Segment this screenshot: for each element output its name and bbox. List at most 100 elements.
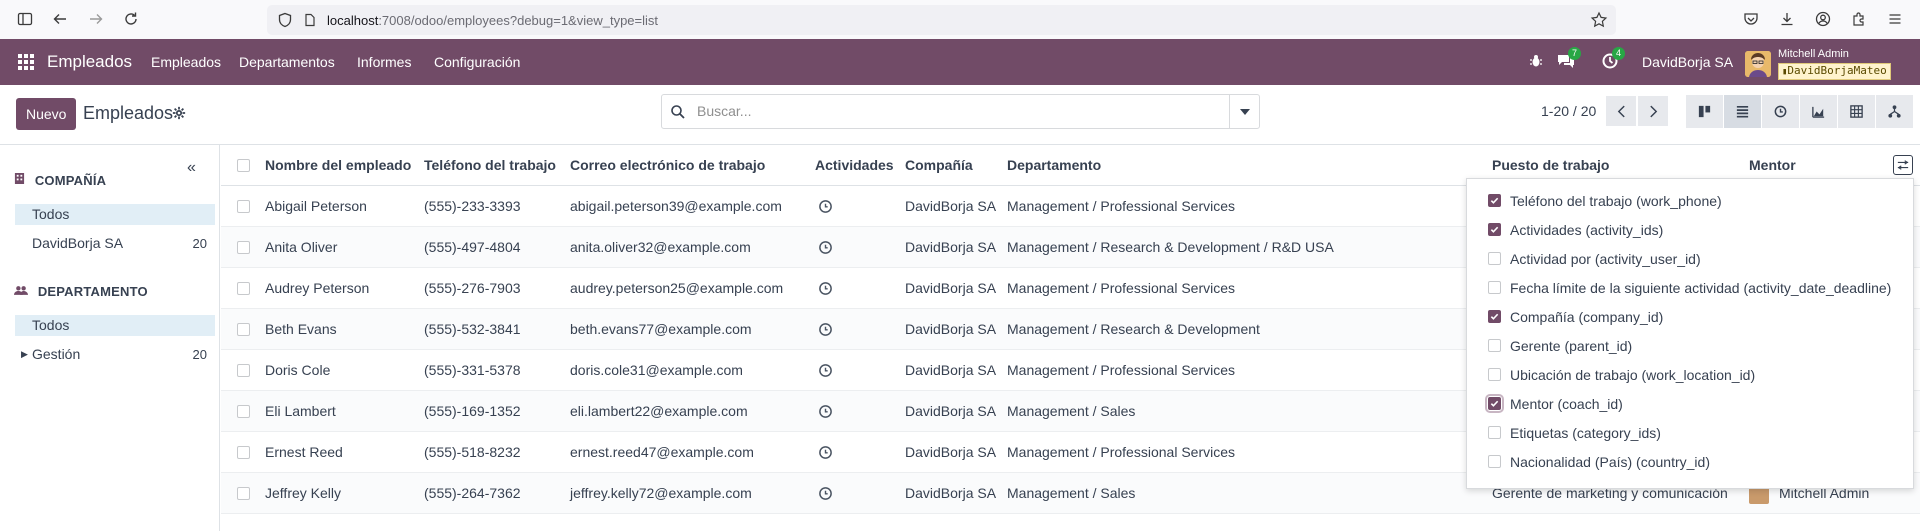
company-filter-all[interactable]: Todos bbox=[15, 204, 215, 225]
department-filter-all[interactable]: Todos bbox=[15, 315, 215, 336]
optional-column-item[interactable]: Nacionalidad (País) (country_id) bbox=[1488, 447, 1710, 476]
cell-phone: (555)-497-4804 bbox=[424, 239, 521, 255]
user-avatar[interactable] bbox=[1745, 51, 1771, 77]
optional-column-item[interactable]: Actividad por (activity_user_id) bbox=[1488, 244, 1701, 273]
activity-view-button[interactable] bbox=[1762, 95, 1800, 128]
optional-column-item[interactable]: Etiquetas (category_ids) bbox=[1488, 418, 1661, 447]
row-checkbox[interactable] bbox=[237, 405, 250, 418]
table-icon bbox=[1850, 105, 1863, 118]
select-all-checkbox[interactable] bbox=[237, 159, 250, 172]
debug-bug-icon[interactable] bbox=[1528, 53, 1544, 72]
apps-menu-icon[interactable] bbox=[18, 54, 34, 70]
optional-column-item[interactable]: Teléfono del trabajo (work_phone) bbox=[1488, 186, 1722, 215]
pivot-view-button[interactable] bbox=[1838, 95, 1876, 128]
activity-clock-icon[interactable] bbox=[818, 281, 833, 296]
menu-departamentos[interactable]: Departamentos bbox=[239, 54, 335, 70]
forward-icon[interactable] bbox=[85, 8, 107, 30]
menu-configuracion[interactable]: Configuración bbox=[434, 54, 520, 70]
url-bar[interactable]: localhost:7008/odoo/employees?debug=1&vi… bbox=[267, 5, 1616, 35]
activities-icon[interactable]: 4 bbox=[1601, 47, 1625, 73]
optional-column-item[interactable]: Fecha límite de la siguiente actividad (… bbox=[1488, 273, 1891, 302]
search-options-toggle[interactable] bbox=[1229, 95, 1259, 128]
optional-column-checkbox[interactable] bbox=[1488, 223, 1501, 236]
cell-email: anita.oliver32@example.com bbox=[570, 239, 751, 255]
optional-column-checkbox[interactable] bbox=[1488, 310, 1501, 323]
column-header-job[interactable]: Puesto de trabajo bbox=[1492, 157, 1609, 173]
optional-column-item[interactable]: Gerente (parent_id) bbox=[1488, 331, 1632, 360]
reload-icon[interactable] bbox=[120, 8, 142, 30]
optional-columns-toggle[interactable] bbox=[1893, 155, 1913, 175]
list-view-button[interactable] bbox=[1724, 95, 1762, 128]
list-icon bbox=[1736, 105, 1749, 118]
activity-clock-icon[interactable] bbox=[818, 404, 833, 419]
optional-column-item[interactable]: Ubicación de trabajo (work_location_id) bbox=[1488, 360, 1755, 389]
cell-email: eli.lambert22@example.com bbox=[570, 403, 748, 419]
search-input[interactable] bbox=[697, 103, 1197, 119]
row-checkbox[interactable] bbox=[237, 364, 250, 377]
company-filter-davidborja[interactable]: DavidBorja SA 20 bbox=[15, 233, 215, 254]
hierarchy-view-button[interactable] bbox=[1876, 95, 1914, 128]
row-checkbox[interactable] bbox=[237, 282, 250, 295]
row-checkbox[interactable] bbox=[237, 200, 250, 213]
pager-previous-button[interactable] bbox=[1606, 96, 1636, 126]
column-header-department[interactable]: Departamento bbox=[1007, 157, 1101, 173]
pager-value[interactable]: 1-20 / 20 bbox=[1541, 103, 1596, 119]
cell-name: Audrey Peterson bbox=[265, 280, 370, 296]
caret-right-icon[interactable]: ▶ bbox=[21, 344, 28, 365]
activity-clock-icon[interactable] bbox=[818, 199, 833, 214]
account-icon[interactable] bbox=[1812, 8, 1834, 30]
department-filter-gestion[interactable]: ▶ Gestión 20 bbox=[15, 344, 215, 365]
extensions-icon[interactable] bbox=[1848, 8, 1870, 30]
column-header-company[interactable]: Compañía bbox=[905, 157, 973, 173]
shield-icon[interactable] bbox=[277, 12, 293, 28]
menu-icon[interactable] bbox=[1884, 8, 1906, 30]
optional-column-checkbox[interactable] bbox=[1488, 339, 1501, 352]
column-header-phone[interactable]: Teléfono del trabajo bbox=[424, 157, 556, 173]
optional-column-checkbox[interactable] bbox=[1485, 394, 1504, 413]
pocket-icon[interactable] bbox=[1740, 8, 1762, 30]
download-icon[interactable] bbox=[1776, 8, 1798, 30]
pager-next-button[interactable] bbox=[1638, 96, 1668, 126]
optional-column-checkbox[interactable] bbox=[1488, 426, 1501, 439]
back-icon[interactable] bbox=[49, 8, 71, 30]
kanban-view-button[interactable] bbox=[1686, 95, 1724, 128]
app-brand[interactable]: Empleados bbox=[47, 52, 132, 72]
menu-empleados[interactable]: Empleados bbox=[151, 54, 221, 70]
graph-view-button[interactable] bbox=[1800, 95, 1838, 128]
optional-column-checkbox[interactable] bbox=[1488, 281, 1501, 294]
activity-clock-icon[interactable] bbox=[818, 486, 833, 501]
sidebar-toggle-icon[interactable] bbox=[14, 8, 36, 30]
new-button[interactable]: Nuevo bbox=[16, 98, 77, 130]
activity-clock-icon[interactable] bbox=[818, 322, 833, 337]
optional-column-item[interactable]: Actividades (activity_ids) bbox=[1488, 215, 1663, 244]
row-checkbox[interactable] bbox=[237, 241, 250, 254]
optional-column-checkbox[interactable] bbox=[1488, 194, 1501, 207]
optional-column-item[interactable]: Mentor (coach_id) bbox=[1485, 389, 1623, 418]
cell-company: DavidBorja SA bbox=[905, 321, 997, 337]
company-switcher[interactable]: DavidBorja SA bbox=[1642, 54, 1733, 70]
kanban-icon bbox=[1698, 105, 1711, 118]
column-header-name[interactable]: Nombre del empleado bbox=[265, 157, 411, 173]
column-header-email[interactable]: Correo electrónico de trabajo bbox=[570, 157, 765, 173]
column-header-activities[interactable]: Actividades bbox=[815, 157, 894, 173]
row-checkbox[interactable] bbox=[237, 487, 250, 500]
filter-label: Todos bbox=[32, 206, 70, 222]
messages-icon[interactable]: 7 bbox=[1556, 47, 1581, 73]
optional-column-checkbox[interactable] bbox=[1488, 455, 1501, 468]
menu-informes[interactable]: Informes bbox=[357, 54, 411, 70]
cell-phone: (555)-276-7903 bbox=[424, 280, 521, 296]
gear-icon[interactable] bbox=[172, 106, 186, 123]
collapse-panel-icon[interactable]: « bbox=[187, 159, 196, 177]
cell-department: Management / Professional Services bbox=[1007, 198, 1235, 214]
column-header-mentor[interactable]: Mentor bbox=[1749, 157, 1796, 173]
optional-column-checkbox[interactable] bbox=[1488, 368, 1501, 381]
optional-column-item[interactable]: Compañía (company_id) bbox=[1488, 302, 1663, 331]
optional-column-checkbox[interactable] bbox=[1488, 252, 1501, 265]
bookmark-star-icon[interactable] bbox=[1590, 11, 1608, 29]
activity-clock-icon[interactable] bbox=[818, 363, 833, 378]
row-checkbox[interactable] bbox=[237, 446, 250, 459]
row-checkbox[interactable] bbox=[237, 323, 250, 336]
user-name[interactable]: Mitchell Admin bbox=[1778, 48, 1849, 60]
activity-clock-icon[interactable] bbox=[818, 240, 833, 255]
activity-clock-icon[interactable] bbox=[818, 445, 833, 460]
